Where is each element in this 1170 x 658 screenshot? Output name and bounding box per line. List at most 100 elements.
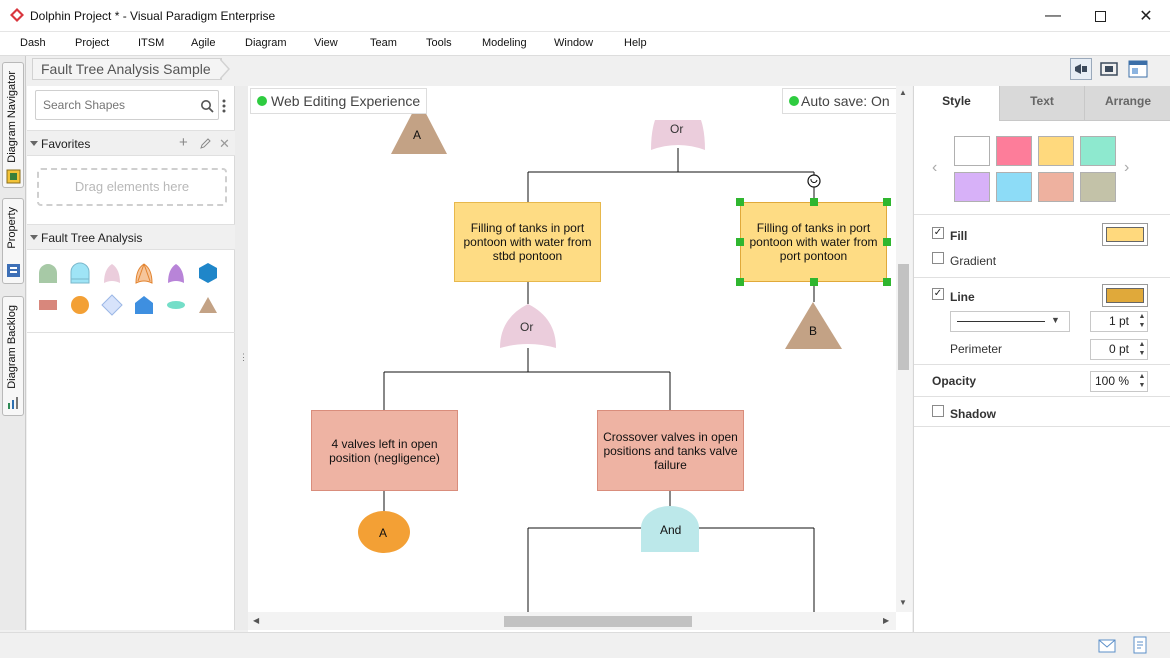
tab-diagram-navigator[interactable]: Diagram Navigator — [2, 62, 24, 188]
menu-window[interactable]: Window — [554, 37, 593, 49]
resize-handle[interactable] — [883, 238, 891, 246]
scroll-down-icon[interactable]: ▼ — [899, 598, 907, 607]
favorites-section-header[interactable]: Favorites + ✕ — [27, 130, 235, 156]
menu-team[interactable]: Team — [370, 37, 397, 49]
shadow-checkbox[interactable] — [932, 405, 944, 417]
menu-project[interactable]: Project — [75, 37, 109, 49]
mail-icon[interactable] — [1098, 639, 1116, 653]
menu-itsm[interactable]: ITSM — [138, 37, 164, 49]
edit-pencil-icon[interactable] — [199, 138, 211, 150]
remove-icon[interactable]: ✕ — [219, 136, 230, 152]
more-options-icon[interactable] — [221, 98, 227, 114]
color-swatch[interactable] — [1038, 136, 1074, 166]
fit-diagram-icon[interactable] — [1098, 58, 1120, 80]
stepper-icon[interactable]: ▲ ▼ — [1137, 312, 1147, 331]
color-swatch[interactable] — [996, 136, 1032, 166]
favorites-drop-zone[interactable]: Drag elements here — [37, 168, 227, 206]
menu-tools[interactable]: Tools — [426, 37, 452, 49]
line-style-preview — [957, 321, 1045, 322]
circle-a-label[interactable]: A — [379, 526, 387, 540]
menu-dash[interactable]: Dash — [20, 37, 46, 49]
fault-tree-section-header[interactable]: Fault Tree Analysis — [27, 224, 235, 250]
fill-checkbox[interactable]: ✓ — [932, 227, 944, 239]
resize-handle[interactable] — [883, 278, 891, 286]
swatch-next-icon[interactable]: › — [1124, 159, 1129, 177]
maximize-button[interactable] — [1077, 0, 1123, 32]
menu-view[interactable]: View — [314, 37, 338, 49]
search-shapes-input[interactable] — [36, 91, 196, 119]
diamond-shape-icon[interactable] — [100, 293, 124, 317]
horizontal-scroll-thumb[interactable] — [504, 616, 692, 627]
triangle-a-label[interactable]: A — [413, 128, 421, 142]
color-swatch[interactable] — [954, 172, 990, 202]
resize-handle[interactable] — [810, 278, 818, 286]
circle-shape-icon[interactable] — [68, 293, 92, 317]
triangle-shape-icon[interactable] — [196, 293, 220, 317]
color-swatch[interactable] — [1080, 172, 1116, 202]
stepper-icon[interactable]: ▲ ▼ — [1137, 340, 1147, 359]
event-box-crossover[interactable]: Crossover valves in open positions and t… — [597, 410, 744, 491]
search-icon[interactable] — [200, 99, 214, 113]
minimize-button[interactable]: — — [1030, 0, 1076, 32]
gradient-checkbox[interactable] — [932, 252, 944, 264]
notes-icon[interactable] — [1132, 636, 1148, 654]
vertical-scroll-thumb[interactable] — [898, 264, 909, 370]
event-box-stbd[interactable]: Filling of tanks in port pontoon with wa… — [454, 202, 601, 282]
color-swatch[interactable] — [1080, 136, 1116, 166]
panel-splitter[interactable]: ⋮ — [235, 86, 248, 630]
event-box-valves[interactable]: 4 valves left in open position (negligen… — [311, 410, 458, 491]
rectangle-shape-icon[interactable] — [36, 293, 60, 317]
scroll-left-icon[interactable]: ◀ — [253, 616, 259, 625]
color-swatch[interactable] — [954, 136, 990, 166]
xor-gate-shape-icon[interactable] — [132, 261, 156, 285]
tab-arrange[interactable]: Arrange — [1084, 86, 1170, 120]
resize-handle[interactable] — [810, 198, 818, 206]
announcement-icon[interactable] — [1070, 58, 1092, 80]
gate-shape-green-icon[interactable] — [36, 261, 60, 285]
breadcrumb[interactable]: Fault Tree Analysis Sample — [32, 58, 222, 80]
diagram-canvas[interactable]: A Or Filling of tanks in port pontoon wi… — [248, 86, 990, 632]
scroll-right-icon[interactable]: ▶ — [883, 616, 889, 625]
menu-help[interactable]: Help — [624, 37, 647, 49]
perimeter-field[interactable]: 0 pt ▲ ▼ — [1090, 339, 1148, 360]
color-swatch[interactable] — [996, 172, 1032, 202]
or-gate-top-label[interactable]: Or — [670, 122, 683, 136]
opacity-field[interactable]: 100 % ▲ ▼ — [1090, 371, 1148, 392]
close-button[interactable]: ✕ — [1123, 0, 1169, 32]
gate-shape-cyan-icon[interactable] — [68, 261, 92, 285]
line-checkbox[interactable]: ✓ — [932, 288, 944, 300]
resize-handle[interactable] — [736, 278, 744, 286]
auto-save-status[interactable]: Auto save: On — [782, 88, 897, 114]
web-editing-status[interactable]: Web Editing Experience — [250, 88, 428, 114]
tab-diagram-backlog[interactable]: Diagram Backlog — [2, 296, 24, 416]
line-style-select[interactable]: ▼ — [950, 311, 1070, 332]
event-box-port-selected[interactable]: Filling of tanks in port pontoon with wa… — [740, 202, 887, 282]
tab-property[interactable]: Property — [2, 198, 24, 284]
stepper-icon[interactable]: ▲ ▼ — [1137, 372, 1147, 391]
resize-handle[interactable] — [736, 198, 744, 206]
priority-gate-shape-icon[interactable] — [164, 261, 188, 285]
scroll-up-icon[interactable]: ▲ — [899, 88, 907, 97]
and-gate-label[interactable]: And — [660, 523, 681, 537]
resize-handle[interactable] — [736, 238, 744, 246]
or-gate-shape-icon[interactable] — [100, 261, 124, 285]
resize-handle[interactable] — [883, 198, 891, 206]
menu-diagram[interactable]: Diagram — [245, 37, 287, 49]
tab-text[interactable]: Text — [999, 86, 1084, 120]
color-swatch[interactable] — [1038, 172, 1074, 202]
line-color-button[interactable] — [1102, 284, 1148, 307]
triangle-b-label[interactable]: B — [809, 324, 817, 338]
ellipse-shape-icon[interactable] — [164, 293, 188, 317]
hexagon-shape-icon[interactable] — [196, 261, 220, 285]
or-gate-mid-label[interactable]: Or — [520, 320, 533, 334]
menu-agile[interactable]: Agile — [191, 37, 215, 49]
line-width-field[interactable]: 1 pt ▲ ▼ — [1090, 311, 1148, 332]
tab-style[interactable]: Style — [914, 86, 999, 120]
house-shape-icon[interactable] — [132, 293, 156, 317]
swatch-prev-icon[interactable]: ‹ — [932, 159, 937, 177]
layout-panel-icon[interactable] — [1127, 58, 1149, 80]
menu-modeling[interactable]: Modeling — [482, 37, 527, 49]
fill-color-button[interactable] — [1102, 223, 1148, 246]
add-icon[interactable]: + — [179, 134, 188, 151]
splitter-handle-icon: ⋮ — [239, 352, 248, 362]
